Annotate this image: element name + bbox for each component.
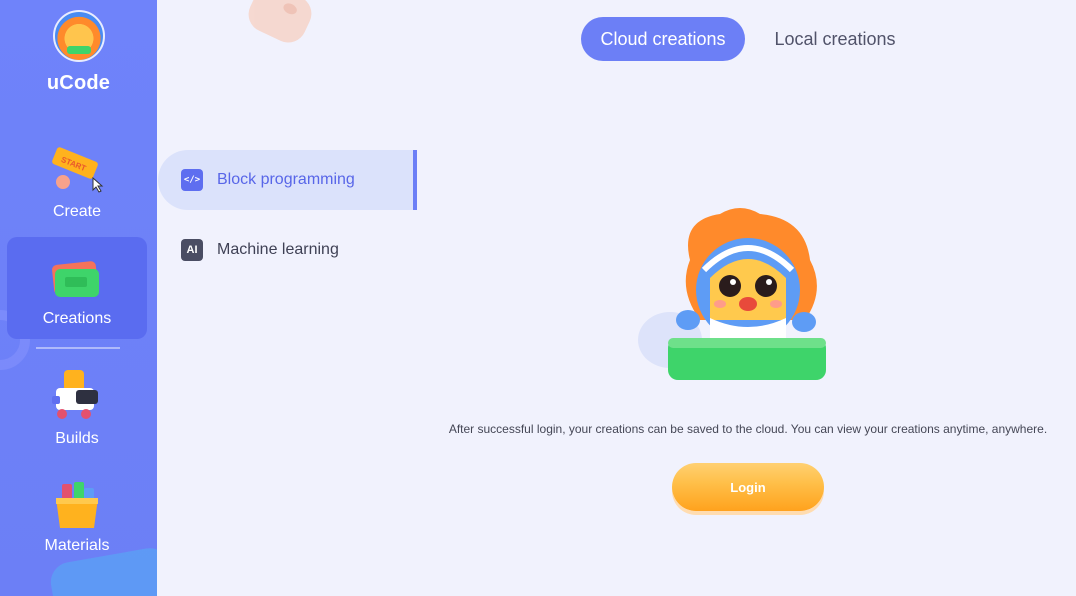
creations-folder-icon [52,261,99,297]
lion-mascot-illustration [638,208,826,380]
login-hint-message: After successful login, your creations c… [448,422,1048,436]
sidebar: uCode START Create Creations Builds Mate… [0,0,157,596]
code-icon: </> [181,169,203,191]
login-button[interactable]: Login [672,463,824,511]
tab-cloud-creations[interactable]: Cloud creations [581,17,745,61]
submenu-item-block-programming[interactable]: </> Block programming [158,150,417,210]
sidebar-item-label: Create [52,203,102,220]
app-root: uCode START Create Creations Builds Mate… [0,0,1076,596]
submenu-item-machine-learning[interactable]: AI Machine learning [158,220,417,280]
ucode-logo-icon [52,10,105,62]
ai-icon: AI [181,239,203,261]
sidebar-item-create[interactable]: START Create [7,130,147,232]
submenu-item-label: Block programming [217,171,355,188]
materials-box-icon [56,482,98,528]
sidebar-divider [36,347,120,349]
start-sign-icon: START [52,147,104,193]
brand: uCode [0,10,157,95]
submenu-item-label: Machine learning [217,241,339,258]
robot-builds-icon [52,370,98,419]
tab-local-creations[interactable]: Local creations [758,17,912,61]
sidebar-item-builds[interactable]: Builds [7,360,147,460]
sidebar-item-label: Builds [55,430,99,447]
app-name: uCode [46,72,111,94]
sidebar-item-label: Creations [42,310,112,327]
top-decoration [242,0,318,49]
sidebar-item-creations[interactable]: Creations [7,237,147,339]
